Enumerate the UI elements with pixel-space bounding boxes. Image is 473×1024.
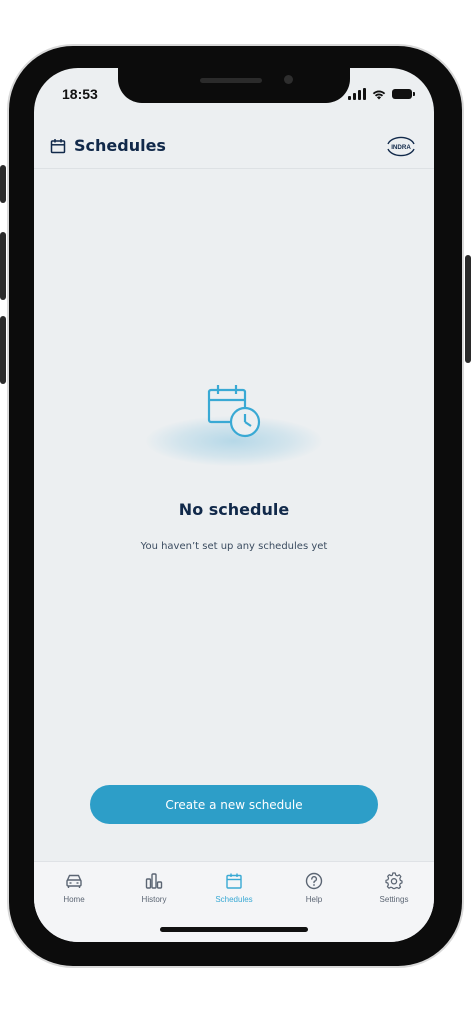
phone-volume-down-button bbox=[0, 316, 6, 384]
calendar-icon bbox=[226, 873, 242, 889]
wifi-icon bbox=[372, 90, 386, 99]
front-camera bbox=[284, 75, 293, 84]
tab-label-schedules: Schedules bbox=[215, 895, 253, 904]
indra-logo: INDRA bbox=[387, 136, 415, 157]
status-time: 18:53 bbox=[62, 86, 98, 102]
tab-history[interactable]: History bbox=[122, 872, 186, 904]
tab-help[interactable]: Help bbox=[282, 872, 346, 904]
phone-notch bbox=[118, 68, 350, 103]
empty-state-illustration bbox=[124, 368, 344, 478]
home-indicator bbox=[160, 927, 308, 932]
calendar-clock-icon bbox=[207, 385, 261, 438]
phone-silent-switch bbox=[0, 165, 6, 203]
tab-schedules[interactable]: Schedules bbox=[202, 872, 266, 904]
tab-home[interactable]: Home bbox=[42, 872, 106, 904]
page-title: Schedules bbox=[74, 136, 166, 155]
status-icons bbox=[348, 88, 415, 100]
tab-label-settings: Settings bbox=[379, 895, 409, 904]
speaker-grille bbox=[200, 78, 262, 83]
app-header: Schedules INDRA bbox=[34, 128, 434, 169]
bar-chart-icon bbox=[145, 873, 163, 889]
empty-state-subtitle: You haven’t set up any schedules yet bbox=[140, 541, 328, 552]
tab-label-home: Home bbox=[63, 895, 85, 904]
phone-volume-up-button bbox=[0, 232, 6, 300]
calendar-icon bbox=[50, 139, 66, 154]
tab-settings[interactable]: Settings bbox=[362, 872, 426, 904]
cellular-signal-icon bbox=[348, 88, 366, 100]
tab-label-help: Help bbox=[305, 895, 323, 904]
battery-icon bbox=[392, 89, 415, 99]
app-screen: 18:53 Schedules INDRA No schedule You ha… bbox=[34, 68, 434, 942]
svg-text:INDRA: INDRA bbox=[391, 144, 411, 151]
create-schedule-button[interactable]: Create a new schedule bbox=[90, 785, 378, 824]
tab-label-history: History bbox=[141, 895, 167, 904]
car-icon bbox=[66, 874, 82, 888]
help-circle-icon bbox=[305, 872, 323, 890]
phone-power-button bbox=[465, 255, 471, 363]
empty-state-title: No schedule bbox=[178, 500, 290, 519]
gear-icon bbox=[385, 872, 403, 890]
